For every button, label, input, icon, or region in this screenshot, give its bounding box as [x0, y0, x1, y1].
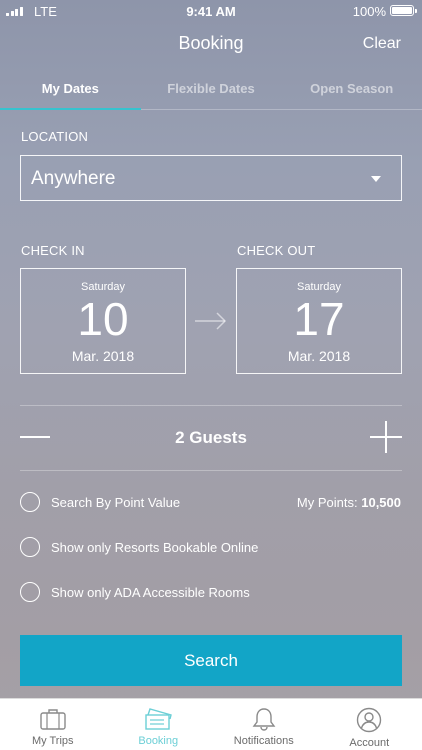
- points-label: My Points:: [296, 495, 358, 510]
- location-label: LOCATION: [21, 129, 89, 144]
- radio-button[interactable]: [20, 492, 40, 512]
- increase-guests-button[interactable]: [370, 421, 402, 453]
- tickets-icon: [145, 708, 173, 730]
- page-title: Booking: [178, 33, 244, 53]
- radio-button[interactable]: [20, 537, 40, 557]
- option-label: Search By Point Value: [51, 494, 181, 510]
- divider: [20, 470, 402, 471]
- check-out-weekday: Saturday: [296, 281, 342, 293]
- tabbar-label: Account: [349, 737, 390, 749]
- option-label: Show only ADA Accessible Rooms: [51, 584, 250, 600]
- tab-my-dates[interactable]: My Dates: [0, 70, 141, 110]
- tabbar-item-booking[interactable]: Booking: [106, 699, 212, 750]
- option-ada-accessible[interactable]: Show only ADA Accessible Rooms: [20, 581, 250, 603]
- location-value: Anywhere: [31, 168, 116, 189]
- clear-button[interactable]: Clear: [363, 35, 401, 53]
- tabbar-item-my-trips[interactable]: My Trips: [0, 699, 106, 750]
- tabbar-item-account[interactable]: Account: [317, 699, 422, 750]
- search-button[interactable]: Search: [20, 635, 402, 686]
- option-bookable-online[interactable]: Show only Resorts Bookable Online: [20, 536, 258, 558]
- suitcase-icon: [40, 709, 66, 730]
- check-out-label: CHECK OUT: [237, 243, 316, 258]
- check-out-month: Mar. 2018: [287, 348, 351, 364]
- check-in-month: Mar. 2018: [71, 348, 135, 364]
- battery-percent: 100%: [352, 4, 386, 19]
- tab-open-season[interactable]: Open Season: [281, 70, 422, 109]
- user-icon: [357, 707, 382, 733]
- status-bar: LTE 9:41 AM 100%: [0, 0, 422, 22]
- points-value: 10,500: [361, 495, 401, 510]
- date-mode-tabs: My Dates Flexible Dates Open Season: [0, 70, 422, 110]
- tabbar-label: Notifications: [233, 735, 294, 747]
- divider: [20, 405, 402, 406]
- caret-down-icon: [371, 176, 381, 182]
- tabbar-item-notifications[interactable]: Notifications: [211, 699, 317, 750]
- my-points: My Points: 10,500: [297, 495, 401, 510]
- check-in-label: CHECK IN: [21, 243, 85, 258]
- arrow-right-icon: [195, 312, 227, 330]
- tabbar-label: My Trips: [31, 735, 74, 747]
- battery-icon: [390, 5, 417, 16]
- tabbar-label: Booking: [138, 735, 179, 747]
- option-label: Show only Resorts Bookable Online: [51, 539, 259, 555]
- bottom-tab-bar: My Trips Booking Notifications Account: [0, 698, 422, 750]
- tab-flexible-dates[interactable]: Flexible Dates: [141, 70, 282, 109]
- option-point-value[interactable]: Search By Point Value: [20, 491, 180, 513]
- check-out-date-box[interactable]: Saturday 17 Mar. 2018: [236, 268, 402, 374]
- check-out-day: 17: [293, 293, 345, 345]
- check-in-day: 10: [77, 293, 129, 345]
- location-dropdown[interactable]: Anywhere: [20, 155, 402, 201]
- check-in-date-box[interactable]: Saturday 10 Mar. 2018: [20, 268, 186, 374]
- guests-count: 2 Guests: [175, 428, 247, 447]
- radio-button[interactable]: [20, 582, 40, 602]
- bell-icon: [252, 708, 276, 731]
- check-in-weekday: Saturday: [80, 281, 126, 293]
